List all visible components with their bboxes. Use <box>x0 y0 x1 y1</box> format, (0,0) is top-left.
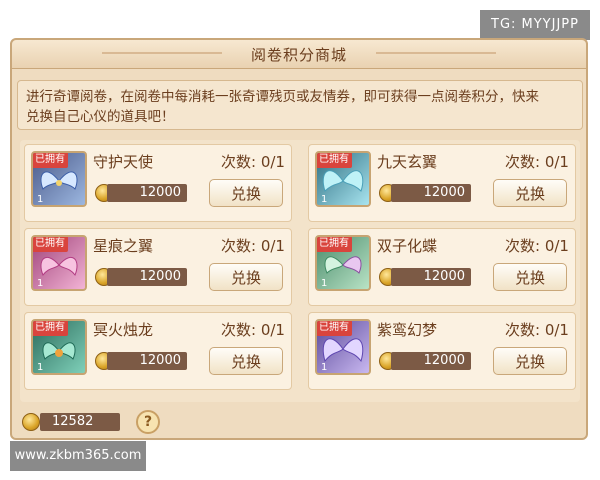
item-card: 已拥有 1 紫鸾幻梦 次数: 0/1 12000 兑换 <box>308 312 576 390</box>
item-thumbnail[interactable]: 已拥有 1 <box>31 319 87 375</box>
item-grid: 已拥有 1 守护天使 次数: 0/1 12000 兑换 已拥有 1 九天玄翼 次… <box>20 140 580 402</box>
description-line-2: 兑换自己心仪的道具吧！ <box>26 109 175 125</box>
item-name: 紫鸾幻梦 <box>377 321 438 339</box>
exchange-count: 次数: 0/1 <box>221 237 285 255</box>
item-name: 守护天使 <box>93 153 154 171</box>
help-icon[interactable]: ? <box>136 410 160 434</box>
item-price: 12000 <box>107 184 187 202</box>
owned-badge: 已拥有 <box>33 237 68 252</box>
item-card: 已拥有 1 双子化蝶 次数: 0/1 12000 兑换 <box>308 228 576 306</box>
item-thumbnail[interactable]: 已拥有 1 <box>315 151 371 207</box>
item-card: 已拥有 1 冥火烛龙 次数: 0/1 12000 兑换 <box>24 312 292 390</box>
item-name: 双子化蝶 <box>377 237 438 255</box>
title-ornament-left <box>102 52 222 54</box>
exchange-count: 次数: 0/1 <box>221 153 285 171</box>
panel-title: 阅卷积分商城 <box>250 46 348 64</box>
item-quantity: 1 <box>321 362 328 373</box>
points-balance: 12582 <box>40 413 120 431</box>
watermark-url: www.zkbm365.com <box>10 441 146 471</box>
item-name: 星痕之翼 <box>93 237 154 255</box>
redeem-button[interactable]: 兑换 <box>493 347 567 375</box>
owned-badge: 已拥有 <box>317 153 352 168</box>
owned-badge: 已拥有 <box>33 153 68 168</box>
redeem-button[interactable]: 兑换 <box>209 179 283 207</box>
exchange-count: 次数: 0/1 <box>221 321 285 339</box>
owned-badge: 已拥有 <box>317 237 352 252</box>
item-card: 已拥有 1 守护天使 次数: 0/1 12000 兑换 <box>24 144 292 222</box>
title-ornament-right <box>376 52 496 54</box>
exchange-count: 次数: 0/1 <box>505 321 569 339</box>
item-card: 已拥有 1 九天玄翼 次数: 0/1 12000 兑换 <box>308 144 576 222</box>
item-name: 九天玄翼 <box>377 153 438 171</box>
title-bar: 阅卷积分商城 <box>12 40 586 69</box>
item-thumbnail[interactable]: 已拥有 1 <box>31 151 87 207</box>
item-thumbnail[interactable]: 已拥有 1 <box>315 319 371 375</box>
owned-badge: 已拥有 <box>33 321 68 336</box>
coin-icon <box>22 413 40 431</box>
item-price: 12000 <box>391 268 471 286</box>
item-quantity: 1 <box>37 362 44 373</box>
item-quantity: 1 <box>321 194 328 205</box>
item-price: 12000 <box>391 184 471 202</box>
item-name: 冥火烛龙 <box>93 321 154 339</box>
owned-badge: 已拥有 <box>317 321 352 336</box>
item-quantity: 1 <box>37 278 44 289</box>
item-thumbnail[interactable]: 已拥有 1 <box>31 235 87 291</box>
watermark-tg: TG: MYYJJPP <box>480 10 590 40</box>
redeem-button[interactable]: 兑换 <box>209 263 283 291</box>
exchange-count: 次数: 0/1 <box>505 153 569 171</box>
description-line-1: 进行奇谭阅卷，在阅卷中每消耗一张奇谭残页或友情券，即可获得一点阅卷积分，快来 <box>26 89 539 105</box>
item-price: 12000 <box>107 352 187 370</box>
item-quantity: 1 <box>321 278 328 289</box>
redeem-button[interactable]: 兑换 <box>493 263 567 291</box>
item-quantity: 1 <box>37 194 44 205</box>
description-box: 进行奇谭阅卷，在阅卷中每消耗一张奇谭残页或友情券，即可获得一点阅卷积分，快来 兑… <box>17 80 583 130</box>
item-thumbnail[interactable]: 已拥有 1 <box>315 235 371 291</box>
item-price: 12000 <box>107 268 187 286</box>
item-card: 已拥有 1 星痕之翼 次数: 0/1 12000 兑换 <box>24 228 292 306</box>
exchange-count: 次数: 0/1 <box>505 237 569 255</box>
redeem-button[interactable]: 兑换 <box>493 179 567 207</box>
shop-panel: 阅卷积分商城 进行奇谭阅卷，在阅卷中每消耗一张奇谭残页或友情券，即可获得一点阅卷… <box>10 38 588 440</box>
redeem-button[interactable]: 兑换 <box>209 347 283 375</box>
item-price: 12000 <box>391 352 471 370</box>
